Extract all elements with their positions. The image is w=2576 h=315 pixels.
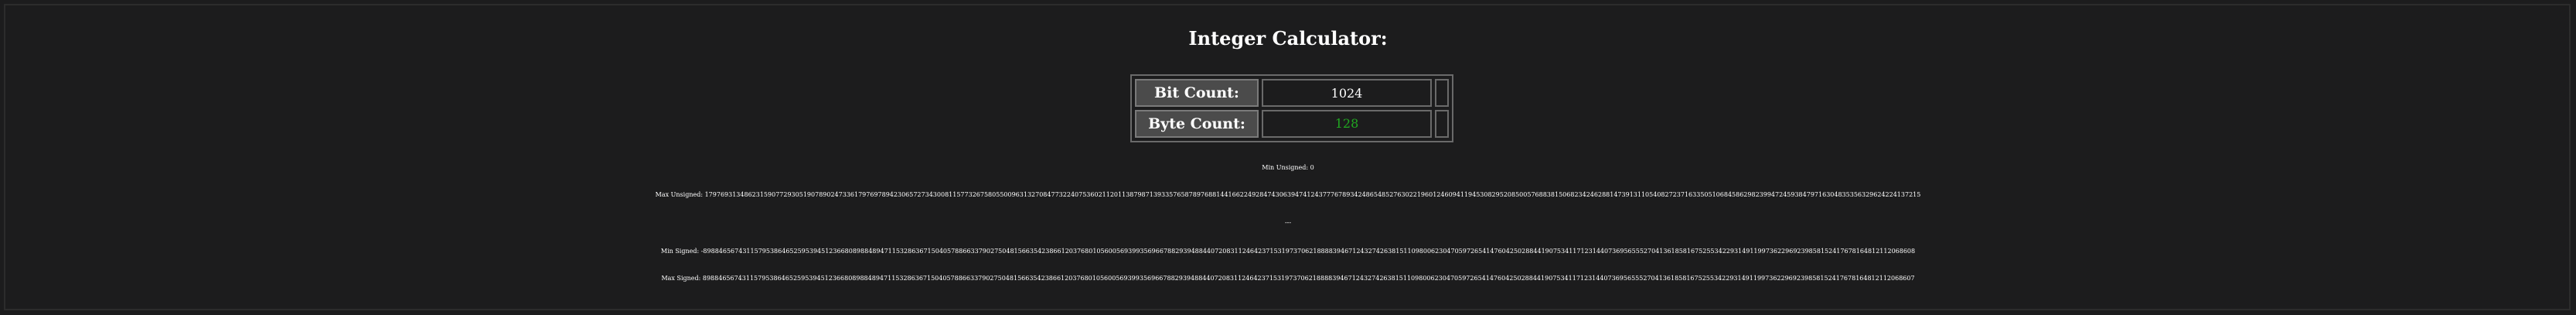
byte-count-label: Byte Count: [1135, 110, 1259, 138]
bit-count-row: Bit Count: [1135, 79, 1449, 107]
divider: --- [1284, 219, 1292, 226]
max-signed-result: Max Signed: 8988465674311579538646525953… [661, 275, 1915, 282]
max-unsigned-result: Max Unsigned: 17976931348623159077293051… [655, 191, 1921, 198]
page-title: Integer Calculator: [1188, 27, 1388, 50]
byte-count-value: 128 [1334, 116, 1359, 131]
min-signed-result: Min Signed: -898846567431157953864652595… [660, 248, 1916, 255]
bit-count-cell [1262, 79, 1432, 107]
bit-count-label: Bit Count: [1135, 79, 1259, 107]
min-unsigned-result: Min Unsigned: 0 [1262, 164, 1314, 171]
bit-count-input[interactable] [1263, 80, 1430, 105]
bit-count-padding-cell [1435, 79, 1449, 107]
calculator-table: Bit Count: Byte Count: 128 [1130, 74, 1453, 142]
byte-count-row: Byte Count: 128 [1135, 110, 1449, 138]
byte-count-padding-cell [1435, 110, 1449, 138]
byte-count-cell: 128 [1262, 110, 1432, 138]
